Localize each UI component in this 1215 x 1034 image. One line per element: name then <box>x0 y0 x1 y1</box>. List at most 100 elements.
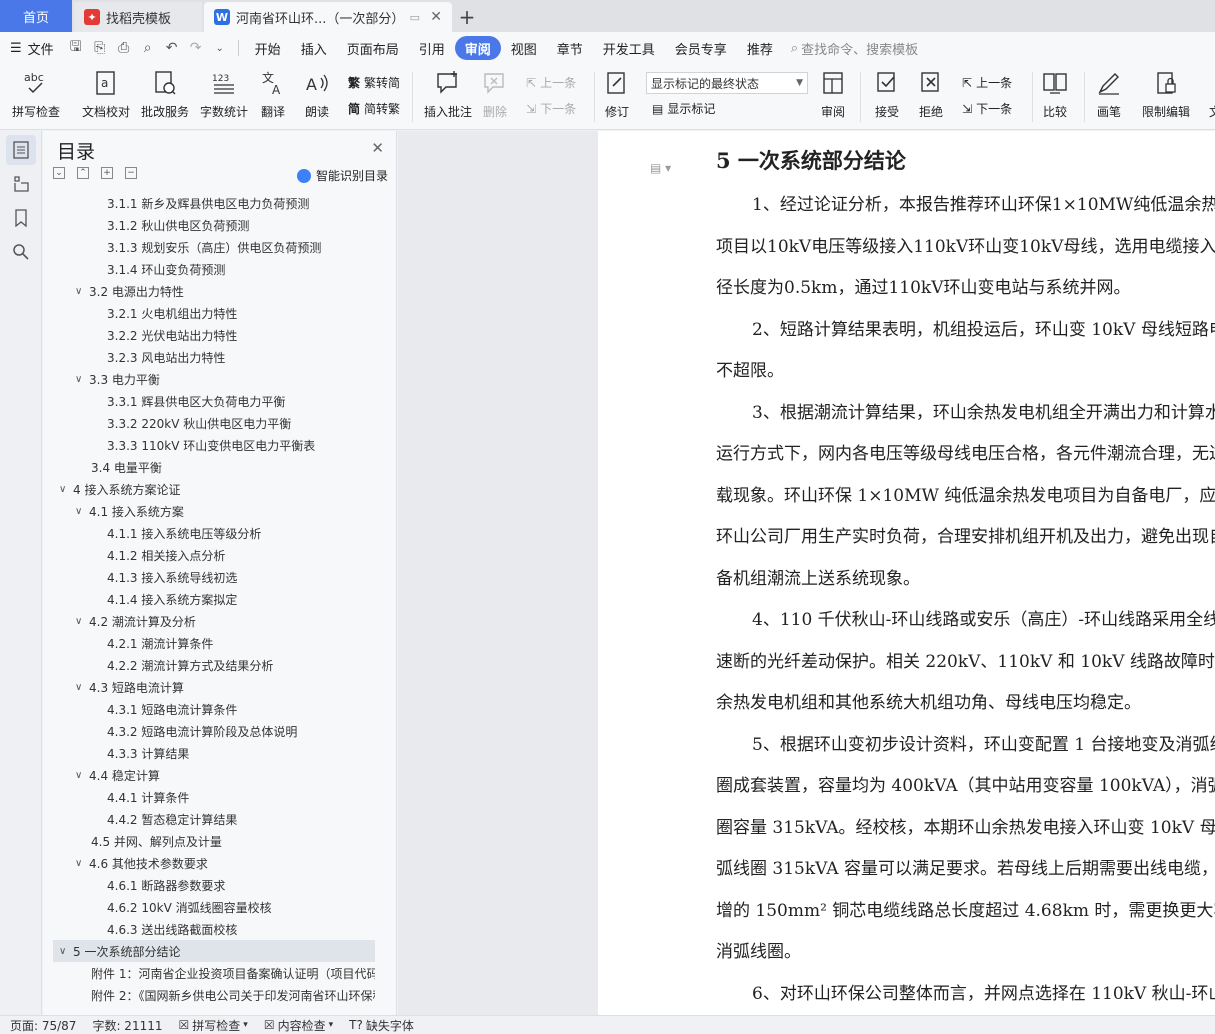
content-check-status[interactable]: ☒ 内容检查 ▾ <box>264 1017 333 1034</box>
toc-item[interactable]: 4.4.1 计算条件 <box>53 786 375 808</box>
toc-item[interactable]: ∨ 4.2 潮流计算及分析 <box>53 610 375 632</box>
redo-icon[interactable]: ↷ <box>186 38 206 58</box>
compare-button[interactable]: 比较 <box>1040 68 1070 120</box>
doc-permission-button[interactable]: 文 <box>1200 68 1215 120</box>
document-body[interactable]: 5 一次系统部分结论 1、经过论证分析，本报告推荐环山环保1×10MW纯低温余热… <box>716 145 1215 1015</box>
toc-item[interactable]: 4.3.3 计算结果 <box>53 742 375 764</box>
menu-layout[interactable]: 页面布局 <box>337 36 409 60</box>
toc-item[interactable]: 3.2.3 风电站出力特性 <box>53 346 375 368</box>
toc-panel-icon[interactable] <box>6 135 36 165</box>
toc-item[interactable]: 3.2.1 火电机组出力特性 <box>53 302 375 324</box>
toc-item[interactable]: 4.6.2 10kV 消弧线圈容量校核 <box>53 896 375 918</box>
toc-item[interactable]: 4.6.3 送出线路截面校核 <box>53 918 375 940</box>
toc-item[interactable]: 4.1.3 接入系统导线初选 <box>53 566 375 588</box>
bookmark-icon[interactable] <box>6 203 36 233</box>
read-aloud-button[interactable]: A 朗读 <box>302 68 332 120</box>
toc-item[interactable]: 4.1.2 相关接入点分析 <box>53 544 375 566</box>
file-menu[interactable]: ☰ 文件 <box>0 36 64 60</box>
menu-insert[interactable]: 插入 <box>291 36 337 60</box>
expand-icon[interactable]: ⌃ <box>77 167 89 179</box>
toc-item[interactable]: ∨ 4 接入系统方案论证 <box>53 478 375 500</box>
menu-start[interactable]: 开始 <box>245 36 291 60</box>
batch-service-button[interactable]: 批改服务 <box>141 68 189 120</box>
chevron-down-icon[interactable]: ∨ <box>59 484 73 495</box>
restrict-edit-button[interactable]: 限制编辑 <box>1142 68 1190 120</box>
toc-item[interactable]: 3.1.2 秋山供电区负荷预测 <box>53 214 375 236</box>
pen-button[interactable]: 画笔 <box>1094 68 1124 120</box>
menu-reference[interactable]: 引用 <box>409 36 455 60</box>
chevron-down-icon[interactable]: ∨ <box>75 286 89 297</box>
review-pane-button[interactable]: 审阅 <box>818 68 848 120</box>
menu-section[interactable]: 章节 <box>547 36 593 60</box>
prev-comment-button[interactable]: ⇱ 上一条 <box>526 74 576 91</box>
menu-dev-tools[interactable]: 开发工具 <box>593 36 665 60</box>
accept-button[interactable]: 接受 <box>872 68 902 120</box>
chevron-down-icon[interactable]: ∨ <box>75 770 89 781</box>
insert-comment-button[interactable]: 插入批注 <box>424 68 472 120</box>
undo-icon[interactable]: ↶ <box>162 38 182 58</box>
export-pdf-icon[interactable]: ⎘ <box>90 38 110 58</box>
chevron-down-icon[interactable]: ∨ <box>59 946 73 957</box>
toc-item[interactable]: ∨ 3.3 电力平衡 <box>53 368 375 390</box>
toc-item[interactable]: 4.4.2 暂态稳定计算结果 <box>53 808 375 830</box>
toc-item[interactable]: 3.3.2 220kV 秋山供电区电力平衡 <box>53 412 375 434</box>
toc-item[interactable]: 3.1.4 环山变负荷预测 <box>53 258 375 280</box>
toc-item[interactable]: 3.3.3 110kV 环山变供电区电力平衡表 <box>53 434 375 456</box>
spell-check-button[interactable]: abc 拼写检查 <box>12 68 60 120</box>
toc-item[interactable]: ∨ 4.6 其他技术参数要求 <box>53 852 375 874</box>
chevron-down-icon[interactable]: ∨ <box>75 858 89 869</box>
word-count[interactable]: 字数: 21111 <box>92 1017 162 1034</box>
simp-to-trad-button[interactable]: 简简转繁 <box>348 100 400 117</box>
pin-icon[interactable]: ▭ <box>410 11 420 24</box>
toc-item[interactable]: ∨ 5 一次系统部分结论 <box>53 940 375 962</box>
toc-item[interactable]: 附件 2：《国网新乡供电公司关于印发河南省环山环保科... <box>53 984 375 1006</box>
track-changes-button[interactable]: 修订 <box>602 68 632 120</box>
more-chevron-icon[interactable]: ⌄ <box>210 38 230 58</box>
close-icon[interactable]: ✕ <box>371 139 384 157</box>
menu-view[interactable]: 视图 <box>501 36 547 60</box>
print-icon[interactable]: ⎙ <box>114 38 134 58</box>
markup-state-select[interactable]: 显示标记的最终状态 ▼ <box>646 72 808 94</box>
trad-to-simp-button[interactable]: 繁繁转简 <box>348 74 400 91</box>
toc-item[interactable]: 4.3.2 短路电流计算阶段及总体说明 <box>53 720 375 742</box>
menu-recommend[interactable]: 推荐 <box>737 36 783 60</box>
chevron-down-icon[interactable]: ∨ <box>75 374 89 385</box>
collapse-icon[interactable]: ⌄ <box>53 167 65 179</box>
toc-item[interactable]: 附件 1：河南省企业投资项目备案确认证明（项目代码：... <box>53 962 375 984</box>
toc-item[interactable]: 4.1.4 接入系统方案拟定 <box>53 588 375 610</box>
toc-item[interactable]: ∨ 4.4 稳定计算 <box>53 764 375 786</box>
page-options-icon[interactable]: ▤ ▾ <box>650 161 671 175</box>
toc-item[interactable]: 4.2.1 潮流计算条件 <box>53 632 375 654</box>
next-comment-button[interactable]: ⇲ 下一条 <box>526 100 576 117</box>
search-icon[interactable] <box>6 237 36 267</box>
word-count-button[interactable]: 123 字数统计 <box>200 68 248 120</box>
toc-item[interactable]: 3.4 电量平衡 <box>53 456 375 478</box>
toc-item[interactable]: ∨ 4.3 短路电流计算 <box>53 676 375 698</box>
save-icon[interactable]: 🖫 <box>66 38 86 58</box>
missing-font-status[interactable]: T? 缺失字体 <box>349 1017 414 1034</box>
toc-item[interactable]: 4.2.2 潮流计算方式及结果分析 <box>53 654 375 676</box>
add-level-icon[interactable]: + <box>101 167 113 179</box>
toc-item[interactable]: ∨ 3.2 电源出力特性 <box>53 280 375 302</box>
menu-member[interactable]: 会员专享 <box>665 36 737 60</box>
doc-proofread-button[interactable]: a 文档校对 <box>82 68 130 120</box>
toc-item[interactable]: 3.3.1 辉县供电区大负荷电力平衡 <box>53 390 375 412</box>
show-markup-button[interactable]: ▤ 显示标记 <box>652 100 715 117</box>
toc-item[interactable]: 4.5 并网、解列点及计量 <box>53 830 375 852</box>
remove-level-icon[interactable]: − <box>125 167 137 179</box>
page-count[interactable]: 页面: 75/87 <box>10 1017 76 1034</box>
tab-home[interactable]: 首页 <box>0 0 72 32</box>
menu-review[interactable]: 审阅 <box>454 36 501 60</box>
add-tab-button[interactable]: + <box>452 2 482 32</box>
close-tab-icon[interactable]: ✕ <box>430 9 442 25</box>
document-page[interactable]: ▤ ▾ 5 一次系统部分结论 1、经过论证分析，本报告推荐环山环保1×10MW纯… <box>598 131 1215 1015</box>
toc-item[interactable]: 3.1.3 规划安乐（高庄）供电区负荷预测 <box>53 236 375 258</box>
spell-check-status[interactable]: ☒ 拼写检查 ▾ <box>179 1017 248 1034</box>
chevron-down-icon[interactable]: ∨ <box>75 506 89 517</box>
chevron-down-icon[interactable]: ∨ <box>75 682 89 693</box>
prev-change-button[interactable]: ⇱ 上一条 <box>962 74 1012 91</box>
toc-item[interactable]: 3.2.2 光伏电站出力特性 <box>53 324 375 346</box>
toc-item[interactable]: 4.1.1 接入系统电压等级分析 <box>53 522 375 544</box>
translate-button[interactable]: 文A 翻译 <box>258 68 288 120</box>
print-preview-icon[interactable]: ⌕ <box>138 38 158 58</box>
